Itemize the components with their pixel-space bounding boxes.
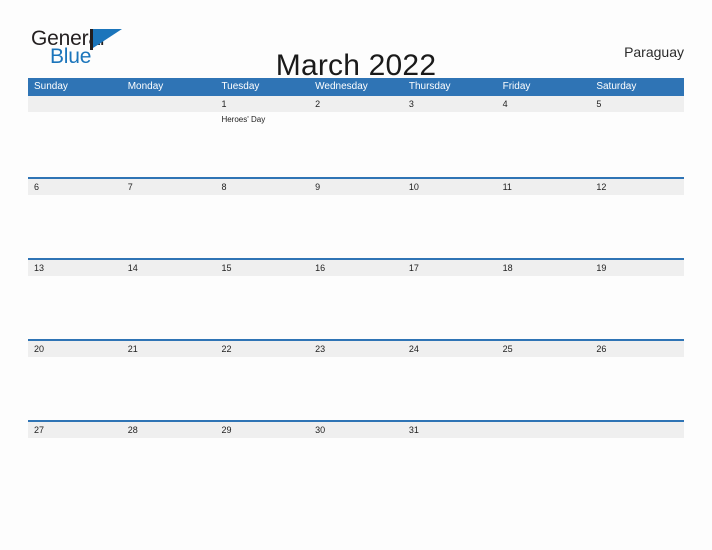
calendar-day-cell[interactable]: 9	[309, 179, 403, 258]
day-number: 24	[408, 344, 419, 354]
calendar-day-cell[interactable]: 26	[590, 341, 684, 420]
day-number: 30	[315, 425, 326, 435]
calendar-day-cell[interactable]: 21	[122, 341, 216, 420]
week-day-grid: 20 21 22 23 24 25 26	[28, 341, 684, 420]
weekday-header-wednesday: Wednesday	[315, 81, 368, 92]
calendar-day-cell[interactable]: 27	[28, 422, 122, 501]
calendar-day-cell[interactable]: 31	[403, 422, 497, 501]
calendar-day-cell[interactable]: 2	[309, 96, 403, 177]
day-number: 29	[221, 425, 232, 435]
calendar-day-cell[interactable]: 7	[122, 179, 216, 258]
day-number: 19	[596, 263, 607, 273]
calendar-day-cell[interactable]: 6	[28, 179, 122, 258]
calendar-day-cell[interactable]: 28	[122, 422, 216, 501]
day-number: 22	[221, 344, 232, 354]
day-number: 11	[502, 182, 512, 192]
weekday-header-saturday: Saturday	[596, 81, 637, 92]
calendar-week-row: 27 28 29 30 31	[28, 420, 684, 501]
week-day-grid: 13 14 15 16 17 18 19	[28, 260, 684, 339]
calendar-day-cell[interactable]: 14	[122, 260, 216, 339]
country-label: Paraguay	[624, 44, 684, 60]
day-number: 25	[502, 344, 513, 354]
day-number: 1	[221, 99, 227, 109]
day-number: 15	[221, 263, 232, 273]
calendar-day-cell[interactable]: 4	[497, 96, 591, 177]
calendar-week-row: 6 7 8 9 10 11 12	[28, 177, 684, 258]
page-header: General Blue March 2022 Paraguay	[0, 0, 712, 82]
week-day-grid: 6 7 8 9 10 11 12	[28, 179, 684, 258]
calendar-day-cell[interactable]: 5	[590, 96, 684, 177]
calendar-day-cell[interactable]: 17	[403, 260, 497, 339]
calendar-day-cell[interactable]: 1 Heroes' Day	[215, 96, 309, 177]
weekday-header-friday: Friday	[502, 81, 531, 92]
weekday-header-monday: Monday	[127, 81, 164, 92]
calendar-day-cell-empty	[590, 422, 684, 501]
day-number: 7	[127, 182, 133, 192]
week-day-grid: 27 28 29 30 31	[28, 422, 684, 501]
calendar-day-cell-empty	[28, 96, 122, 177]
day-events: Heroes' Day	[221, 112, 304, 125]
flag-banner-shape	[93, 29, 122, 48]
calendar-day-cell[interactable]: 12	[590, 179, 684, 258]
calendar-day-cell[interactable]: 11	[497, 179, 591, 258]
calendar-day-cell[interactable]: 3	[403, 96, 497, 177]
weekday-header-row: Sunday Monday Tuesday Wednesday Thursday…	[28, 78, 684, 96]
calendar-day-cell[interactable]: 22	[215, 341, 309, 420]
calendar-week-row: 20 21 22 23 24 25 26	[28, 339, 684, 420]
day-number: 9	[315, 182, 321, 192]
calendar-day-cell[interactable]: 15	[215, 260, 309, 339]
day-number: 27	[34, 425, 45, 435]
day-number: 18	[502, 263, 513, 273]
day-number: 16	[315, 263, 326, 273]
day-number: 10	[408, 182, 419, 192]
day-number: 12	[596, 182, 607, 192]
week-day-grid: 1 Heroes' Day 2 3 4 5	[28, 96, 684, 177]
flag-triangle-icon	[90, 28, 124, 50]
calendar-day-cell[interactable]: 18	[497, 260, 591, 339]
calendar-grid: Sunday Monday Tuesday Wednesday Thursday…	[28, 78, 684, 501]
calendar-day-cell-empty	[497, 422, 591, 501]
day-number: 21	[127, 344, 138, 354]
day-number: 2	[315, 99, 321, 109]
calendar-day-cell-empty	[122, 96, 216, 177]
calendar-day-cell[interactable]: 23	[309, 341, 403, 420]
weekday-header-tuesday: Tuesday	[221, 81, 260, 92]
calendar-day-cell[interactable]: 30	[309, 422, 403, 501]
weekday-header-sunday: Sunday	[34, 81, 68, 92]
calendar-day-cell[interactable]: 20	[28, 341, 122, 420]
calendar-day-cell[interactable]: 24	[403, 341, 497, 420]
day-number: 8	[221, 182, 227, 192]
calendar-week-row: 13 14 15 16 17 18 19	[28, 258, 684, 339]
calendar-day-cell[interactable]: 19	[590, 260, 684, 339]
calendar-weeks-container: 1 Heroes' Day 2 3 4 5 6 7 8 9 10 11 12 13 14 15 16 17 18 19…	[28, 96, 684, 501]
day-number: 4	[502, 99, 508, 109]
day-number: 3	[408, 99, 414, 109]
day-number: 17	[408, 263, 419, 273]
day-number: 20	[34, 344, 45, 354]
calendar-week-row: 1 Heroes' Day 2 3 4 5	[28, 96, 684, 177]
calendar-day-cell[interactable]: 10	[403, 179, 497, 258]
calendar-day-cell[interactable]: 8	[215, 179, 309, 258]
calendar-day-cell[interactable]: 16	[309, 260, 403, 339]
day-number: 13	[34, 263, 45, 273]
day-number: 14	[127, 263, 138, 273]
day-number: 26	[596, 344, 607, 354]
day-number: 23	[315, 344, 326, 354]
holiday-label: Heroes' Day	[221, 115, 266, 124]
day-number: 31	[408, 425, 419, 435]
day-number: 28	[127, 425, 138, 435]
calendar-day-cell[interactable]: 25	[497, 341, 591, 420]
day-number: 6	[34, 182, 40, 192]
day-number: 5	[596, 99, 602, 109]
calendar-day-cell[interactable]: 29	[215, 422, 309, 501]
calendar-day-cell[interactable]: 13	[28, 260, 122, 339]
weekday-header-thursday: Thursday	[408, 81, 451, 92]
